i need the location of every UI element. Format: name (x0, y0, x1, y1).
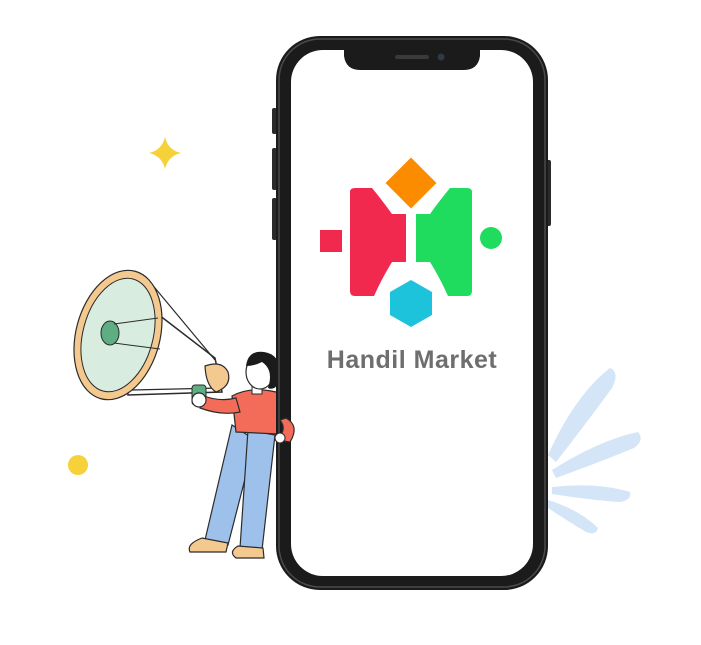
phone-screen-content: Handil Market (292, 60, 532, 575)
dot-icon (68, 455, 88, 475)
brand-name: Handil Market (326, 346, 498, 374)
splash-icon (548, 368, 641, 534)
sparkle-icon (149, 137, 181, 169)
megaphone-icon (73, 269, 230, 406)
promo-illustration: Handil Market (0, 0, 701, 640)
